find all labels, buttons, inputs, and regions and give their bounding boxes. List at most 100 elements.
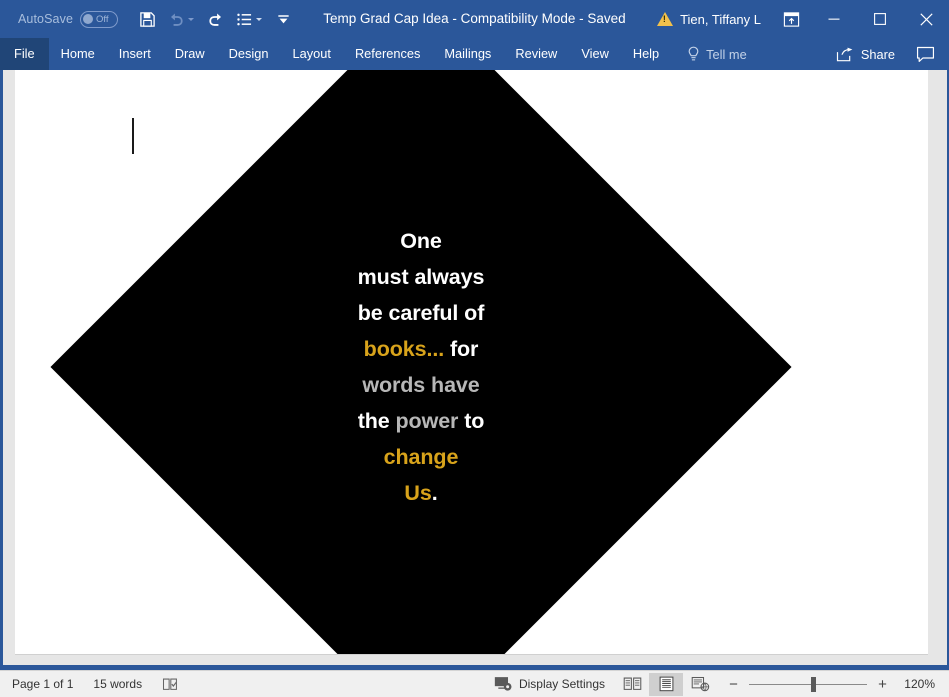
- undo-icon: [170, 13, 183, 26]
- quote-line-7: change: [384, 439, 459, 475]
- bullet-list-icon: [237, 13, 252, 25]
- tab-view[interactable]: View: [569, 38, 621, 70]
- autosave-switch[interactable]: Off: [80, 10, 119, 28]
- quote-segment: to: [458, 409, 485, 433]
- page-indicator[interactable]: Page 1 of 1: [0, 671, 83, 697]
- tab-file[interactable]: File: [0, 38, 49, 70]
- title-bar-right-group: Tien, Tiffany L: [647, 0, 949, 38]
- redo-button[interactable]: [200, 4, 230, 34]
- tab-mailings[interactable]: Mailings: [432, 38, 503, 70]
- minimize-icon: [828, 18, 840, 20]
- quote-segment: books...: [363, 337, 445, 361]
- zoom-slider[interactable]: [749, 671, 867, 697]
- customize-qat-icon: [277, 15, 289, 24]
- zoom-control: − +: [717, 671, 899, 697]
- zoom-slider-rail: [749, 683, 867, 685]
- quote-line-6: the power to: [358, 403, 485, 439]
- customize-qat-button[interactable]: [268, 4, 298, 34]
- tab-design[interactable]: Design: [217, 38, 281, 70]
- print-layout-icon: [659, 676, 673, 692]
- share-label: Share: [860, 46, 895, 62]
- proofing-errors-icon: [163, 678, 178, 690]
- quote-line-3: be careful of: [358, 295, 485, 331]
- autosave-toggle[interactable]: AutoSave Off: [18, 10, 119, 28]
- quote-segment: must always: [357, 265, 485, 289]
- quote-line-1: One: [400, 223, 442, 259]
- account-name: Tien, Tiffany L: [680, 11, 761, 27]
- display-settings-icon: [494, 677, 512, 691]
- page-indicator-label: Page 1 of 1: [12, 677, 74, 691]
- quote-segment: Us: [404, 481, 432, 505]
- text-cursor: [132, 118, 134, 154]
- minimize-button[interactable]: [811, 0, 857, 38]
- diamond-shape[interactable]: One must always be careful of books... f…: [50, 70, 792, 654]
- zoom-out-button[interactable]: −: [727, 677, 740, 692]
- lightbulb-icon: [688, 46, 699, 61]
- tab-home[interactable]: Home: [49, 38, 107, 70]
- save-icon: [139, 11, 155, 27]
- proofing-status[interactable]: [152, 671, 190, 697]
- tab-review[interactable]: Review: [503, 38, 569, 70]
- undo-button[interactable]: [162, 4, 200, 34]
- quote-line-8: Us.: [404, 475, 437, 511]
- display-settings-button[interactable]: Display Settings: [482, 671, 615, 697]
- undo-dropdown-caret[interactable]: [188, 17, 195, 21]
- quote-segment: change: [383, 445, 459, 469]
- close-button[interactable]: [903, 0, 949, 38]
- share-button[interactable]: Share: [824, 38, 907, 70]
- quote-segment: for: [444, 337, 479, 361]
- maximize-icon: [874, 13, 886, 25]
- redo-icon: [208, 13, 221, 26]
- zoom-in-button[interactable]: +: [876, 677, 889, 692]
- quote-segment: be careful of: [357, 301, 485, 325]
- tab-layout[interactable]: Layout: [281, 38, 343, 70]
- read-mode-icon: [623, 677, 641, 690]
- status-bar: Page 1 of 1 15 words Display Settings − …: [0, 670, 949, 697]
- share-icon: [836, 47, 853, 61]
- tab-insert[interactable]: Insert: [107, 38, 163, 70]
- bullet-list-button[interactable]: [230, 4, 268, 34]
- quick-access-toolbar: AutoSave Off: [0, 0, 298, 38]
- web-layout-icon: [691, 676, 709, 692]
- word-count-label: 15 words: [93, 677, 143, 691]
- tell-me-label: Tell me: [706, 46, 747, 62]
- view-print-layout-button[interactable]: [649, 672, 683, 696]
- account-button[interactable]: Tien, Tiffany L: [647, 0, 771, 38]
- quote-line-5: words have: [362, 367, 479, 403]
- document-page[interactable]: One must always be careful of books... f…: [15, 70, 929, 655]
- quote-segment: .: [431, 481, 438, 505]
- document-canvas: One must always be careful of books... f…: [0, 70, 949, 667]
- zoom-level-label[interactable]: 120%: [899, 677, 939, 691]
- ribbon-right-group: Share: [824, 38, 949, 70]
- quote-segment: the: [357, 409, 396, 433]
- quote-text-block: One must always be careful of books... f…: [159, 105, 683, 629]
- comment-icon: [916, 46, 934, 62]
- tab-references[interactable]: References: [343, 38, 432, 70]
- close-icon: [919, 12, 933, 26]
- warning-icon: [657, 12, 674, 26]
- autosave-state: Off: [96, 13, 109, 25]
- quote-segment: words have: [362, 373, 480, 397]
- ribbon-tab-strip: File Home Insert Draw Design Layout Refe…: [0, 38, 949, 70]
- vertical-scrollbar[interactable]: [928, 70, 945, 655]
- tell-me-box[interactable]: Tell me: [677, 38, 757, 70]
- zoom-slider-thumb[interactable]: [811, 676, 816, 692]
- bullet-list-dropdown-caret[interactable]: [256, 17, 263, 21]
- comments-button[interactable]: [907, 38, 943, 70]
- tab-help[interactable]: Help: [621, 38, 671, 70]
- ribbon-display-options-icon: [783, 11, 799, 27]
- quote-segment: power: [395, 409, 459, 433]
- view-read-mode-button[interactable]: [615, 673, 649, 696]
- title-bar: AutoSave Off Temp Grad Cap Idea - Compat…: [0, 0, 949, 38]
- tab-draw[interactable]: Draw: [163, 38, 217, 70]
- ribbon-display-options-button[interactable]: [771, 0, 811, 38]
- status-bar-right-group: Display Settings − + 120%: [482, 671, 949, 697]
- quote-line-2: must always: [358, 259, 485, 295]
- view-web-layout-button[interactable]: [683, 673, 717, 696]
- maximize-button[interactable]: [857, 0, 903, 38]
- quote-line-4: books... for: [364, 331, 479, 367]
- autosave-label: AutoSave: [18, 12, 74, 26]
- word-count[interactable]: 15 words: [83, 671, 152, 697]
- word-application-window: AutoSave Off Temp Grad Cap Idea - Compat…: [0, 0, 949, 697]
- save-button[interactable]: [132, 4, 162, 34]
